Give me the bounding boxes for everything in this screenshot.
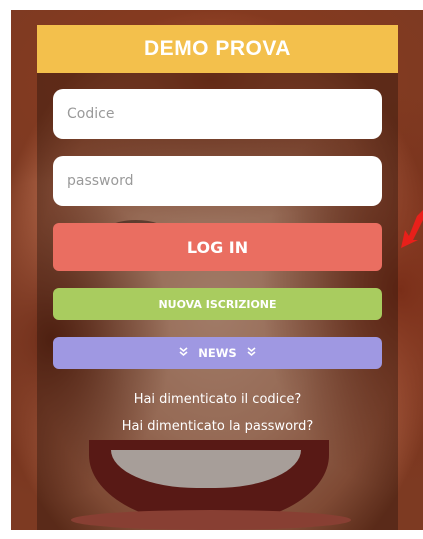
- login-button-label: LOG IN: [186, 237, 249, 257]
- panel-header: DEMO PROVA: [37, 25, 398, 73]
- news-button[interactable]: NEWS: [53, 337, 382, 369]
- signup-button[interactable]: NUOVA ISCRIZIONE: [53, 288, 382, 320]
- password-input[interactable]: [53, 156, 382, 206]
- double-chevron-down-icon: [179, 346, 188, 360]
- red-arrow-icon: [401, 210, 423, 248]
- forgot-password-link[interactable]: Hai dimenticato la password?: [37, 419, 398, 434]
- double-chevron-down-icon: [247, 346, 256, 360]
- login-button[interactable]: LOG IN: [53, 223, 382, 271]
- app-title: DEMO PROVA: [144, 37, 291, 60]
- signup-button-label: NUOVA ISCRIZIONE: [158, 297, 277, 311]
- forgot-code-link[interactable]: Hai dimenticato il codice?: [37, 392, 398, 407]
- news-button-label: NEWS: [198, 346, 237, 360]
- code-input[interactable]: [53, 89, 382, 139]
